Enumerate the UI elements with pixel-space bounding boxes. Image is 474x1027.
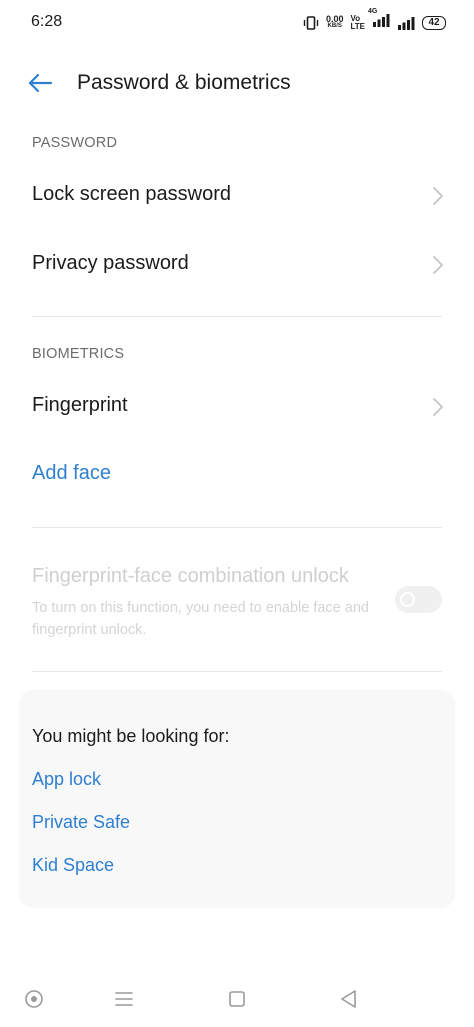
divider <box>32 671 442 672</box>
network-speed: 0.00 KB/S <box>326 15 344 30</box>
assistant-icon[interactable] <box>23 988 45 1010</box>
signal-4g: 4G <box>368 8 390 32</box>
chevron-right-icon <box>433 398 443 416</box>
navigation-bar <box>0 980 474 1020</box>
fingerprint-label: Fingerprint <box>32 394 128 416</box>
page-title: Password & biometrics <box>77 71 291 94</box>
combination-unlock-title: Fingerprint-face combination unlock <box>32 565 349 587</box>
kid-space-link[interactable]: Kid Space <box>32 855 114 876</box>
network-speed-value: 0.00 <box>325 14 344 24</box>
network-type: 4G <box>368 8 378 15</box>
menu-icon[interactable] <box>113 988 135 1010</box>
add-face-row[interactable]: Add face <box>0 447 474 503</box>
network-speed-unit: KB/S <box>327 23 342 29</box>
private-safe-link[interactable]: Private Safe <box>32 812 130 833</box>
privacy-password-label: Privacy password <box>32 252 189 274</box>
fingerprint-row[interactable]: Fingerprint <box>0 379 474 435</box>
divider <box>32 316 442 317</box>
suggestions-title: You might be looking for: <box>32 726 230 746</box>
add-face-label: Add face <box>32 462 111 484</box>
combination-unlock-description: To turn on this function, you need to en… <box>32 600 369 638</box>
app-lock-link[interactable]: App lock <box>32 769 101 790</box>
toggle-knob <box>400 592 415 607</box>
home-icon[interactable] <box>226 988 248 1010</box>
volte-bottom-text: LTE <box>350 21 365 31</box>
combination-unlock-toggle[interactable] <box>395 586 442 613</box>
chevron-right-icon <box>433 187 443 205</box>
back-icon[interactable] <box>338 988 360 1010</box>
battery-icon: 42 <box>422 15 446 30</box>
lock-screen-password-row[interactable]: Lock screen password <box>0 168 474 224</box>
status-bar: 6:28 0.00 KB/S Vo LTE 4G 42 <box>0 0 474 46</box>
section-header-biometrics: BIOMETRICS <box>32 346 125 362</box>
volte-indicator: Vo LTE <box>350 14 365 31</box>
lock-screen-password-label: Lock screen password <box>32 183 231 205</box>
vibrate-icon <box>303 15 319 30</box>
signal-strength-icon <box>373 14 390 27</box>
status-icons: 0.00 KB/S Vo LTE 4G 42 <box>303 8 446 32</box>
back-arrow-icon[interactable] <box>26 70 56 96</box>
privacy-password-row[interactable]: Privacy password <box>0 237 474 293</box>
chevron-right-icon <box>433 256 443 274</box>
app-header: Password & biometrics <box>0 60 474 106</box>
suggestions-card: You might be looking for: App lock Priva… <box>19 690 455 908</box>
status-time: 6:28 <box>31 13 63 30</box>
section-header-password: PASSWORD <box>32 135 118 151</box>
signal-strength-icon-2 <box>398 16 415 30</box>
divider <box>32 527 442 528</box>
